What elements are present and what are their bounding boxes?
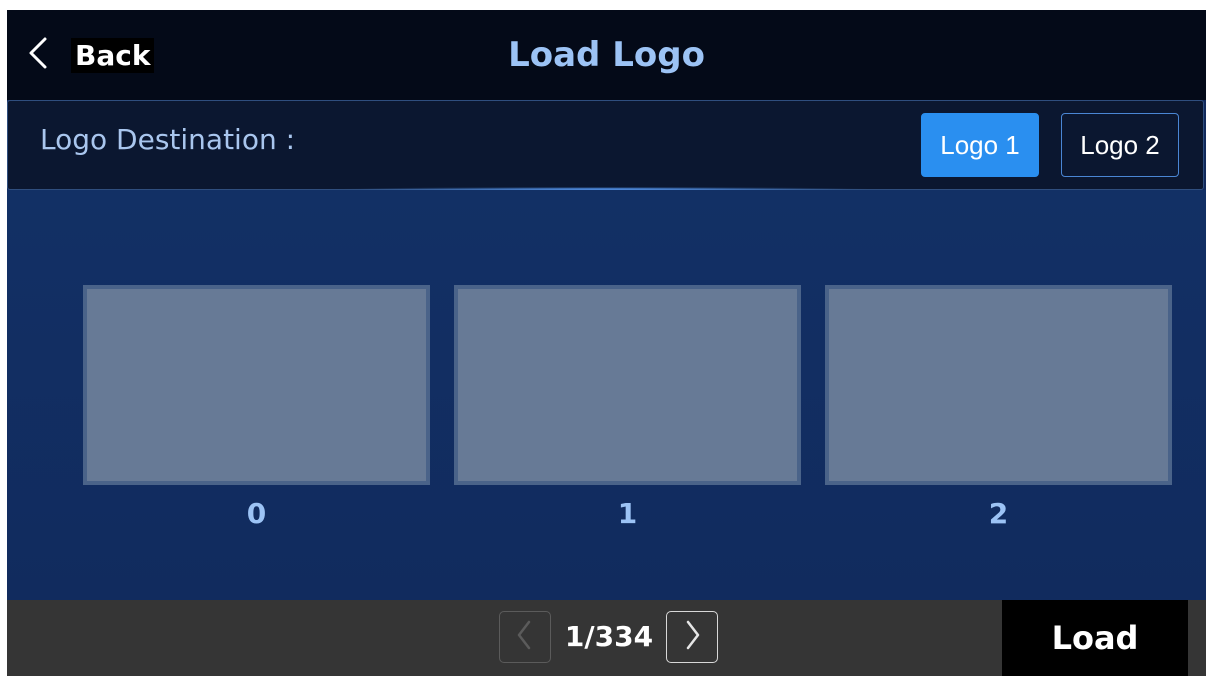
logo-slot[interactable]: 0 [83, 285, 430, 530]
page-title: Load Logo [508, 35, 705, 75]
logo-grid: 0 1 2 [7, 190, 1206, 600]
logo-thumbnail[interactable] [825, 285, 1172, 485]
next-page-button[interactable] [666, 611, 718, 663]
header-bar: Back Load Logo [7, 10, 1206, 100]
logo-1-button[interactable]: Logo 1 [921, 113, 1039, 177]
logo-2-button[interactable]: Logo 2 [1061, 113, 1179, 177]
logo-slot[interactable]: 1 [454, 285, 801, 530]
page-indicator: 1/334 [564, 620, 654, 653]
logo-thumbnail[interactable] [454, 285, 801, 485]
logo-slot-label: 1 [617, 497, 638, 530]
logo-slot-label: 2 [988, 497, 1009, 530]
logo-destination-bar: Logo Destination : Logo 1 Logo 2 [7, 100, 1204, 191]
prev-page-button[interactable] [499, 611, 551, 663]
logo-slot[interactable]: 2 [825, 285, 1172, 530]
logo-slot-label: 0 [246, 497, 267, 530]
load-button[interactable]: Load [1002, 600, 1188, 676]
chevron-right-icon [681, 618, 703, 656]
logo-thumbnail[interactable] [83, 285, 430, 485]
chevron-left-icon [514, 618, 536, 656]
logo-destination-label: Logo Destination : [40, 123, 296, 156]
load-logo-screen: Back Load Logo Logo Destination : Logo 1… [7, 10, 1206, 676]
footer-bar: 1/334 Load [7, 600, 1206, 676]
